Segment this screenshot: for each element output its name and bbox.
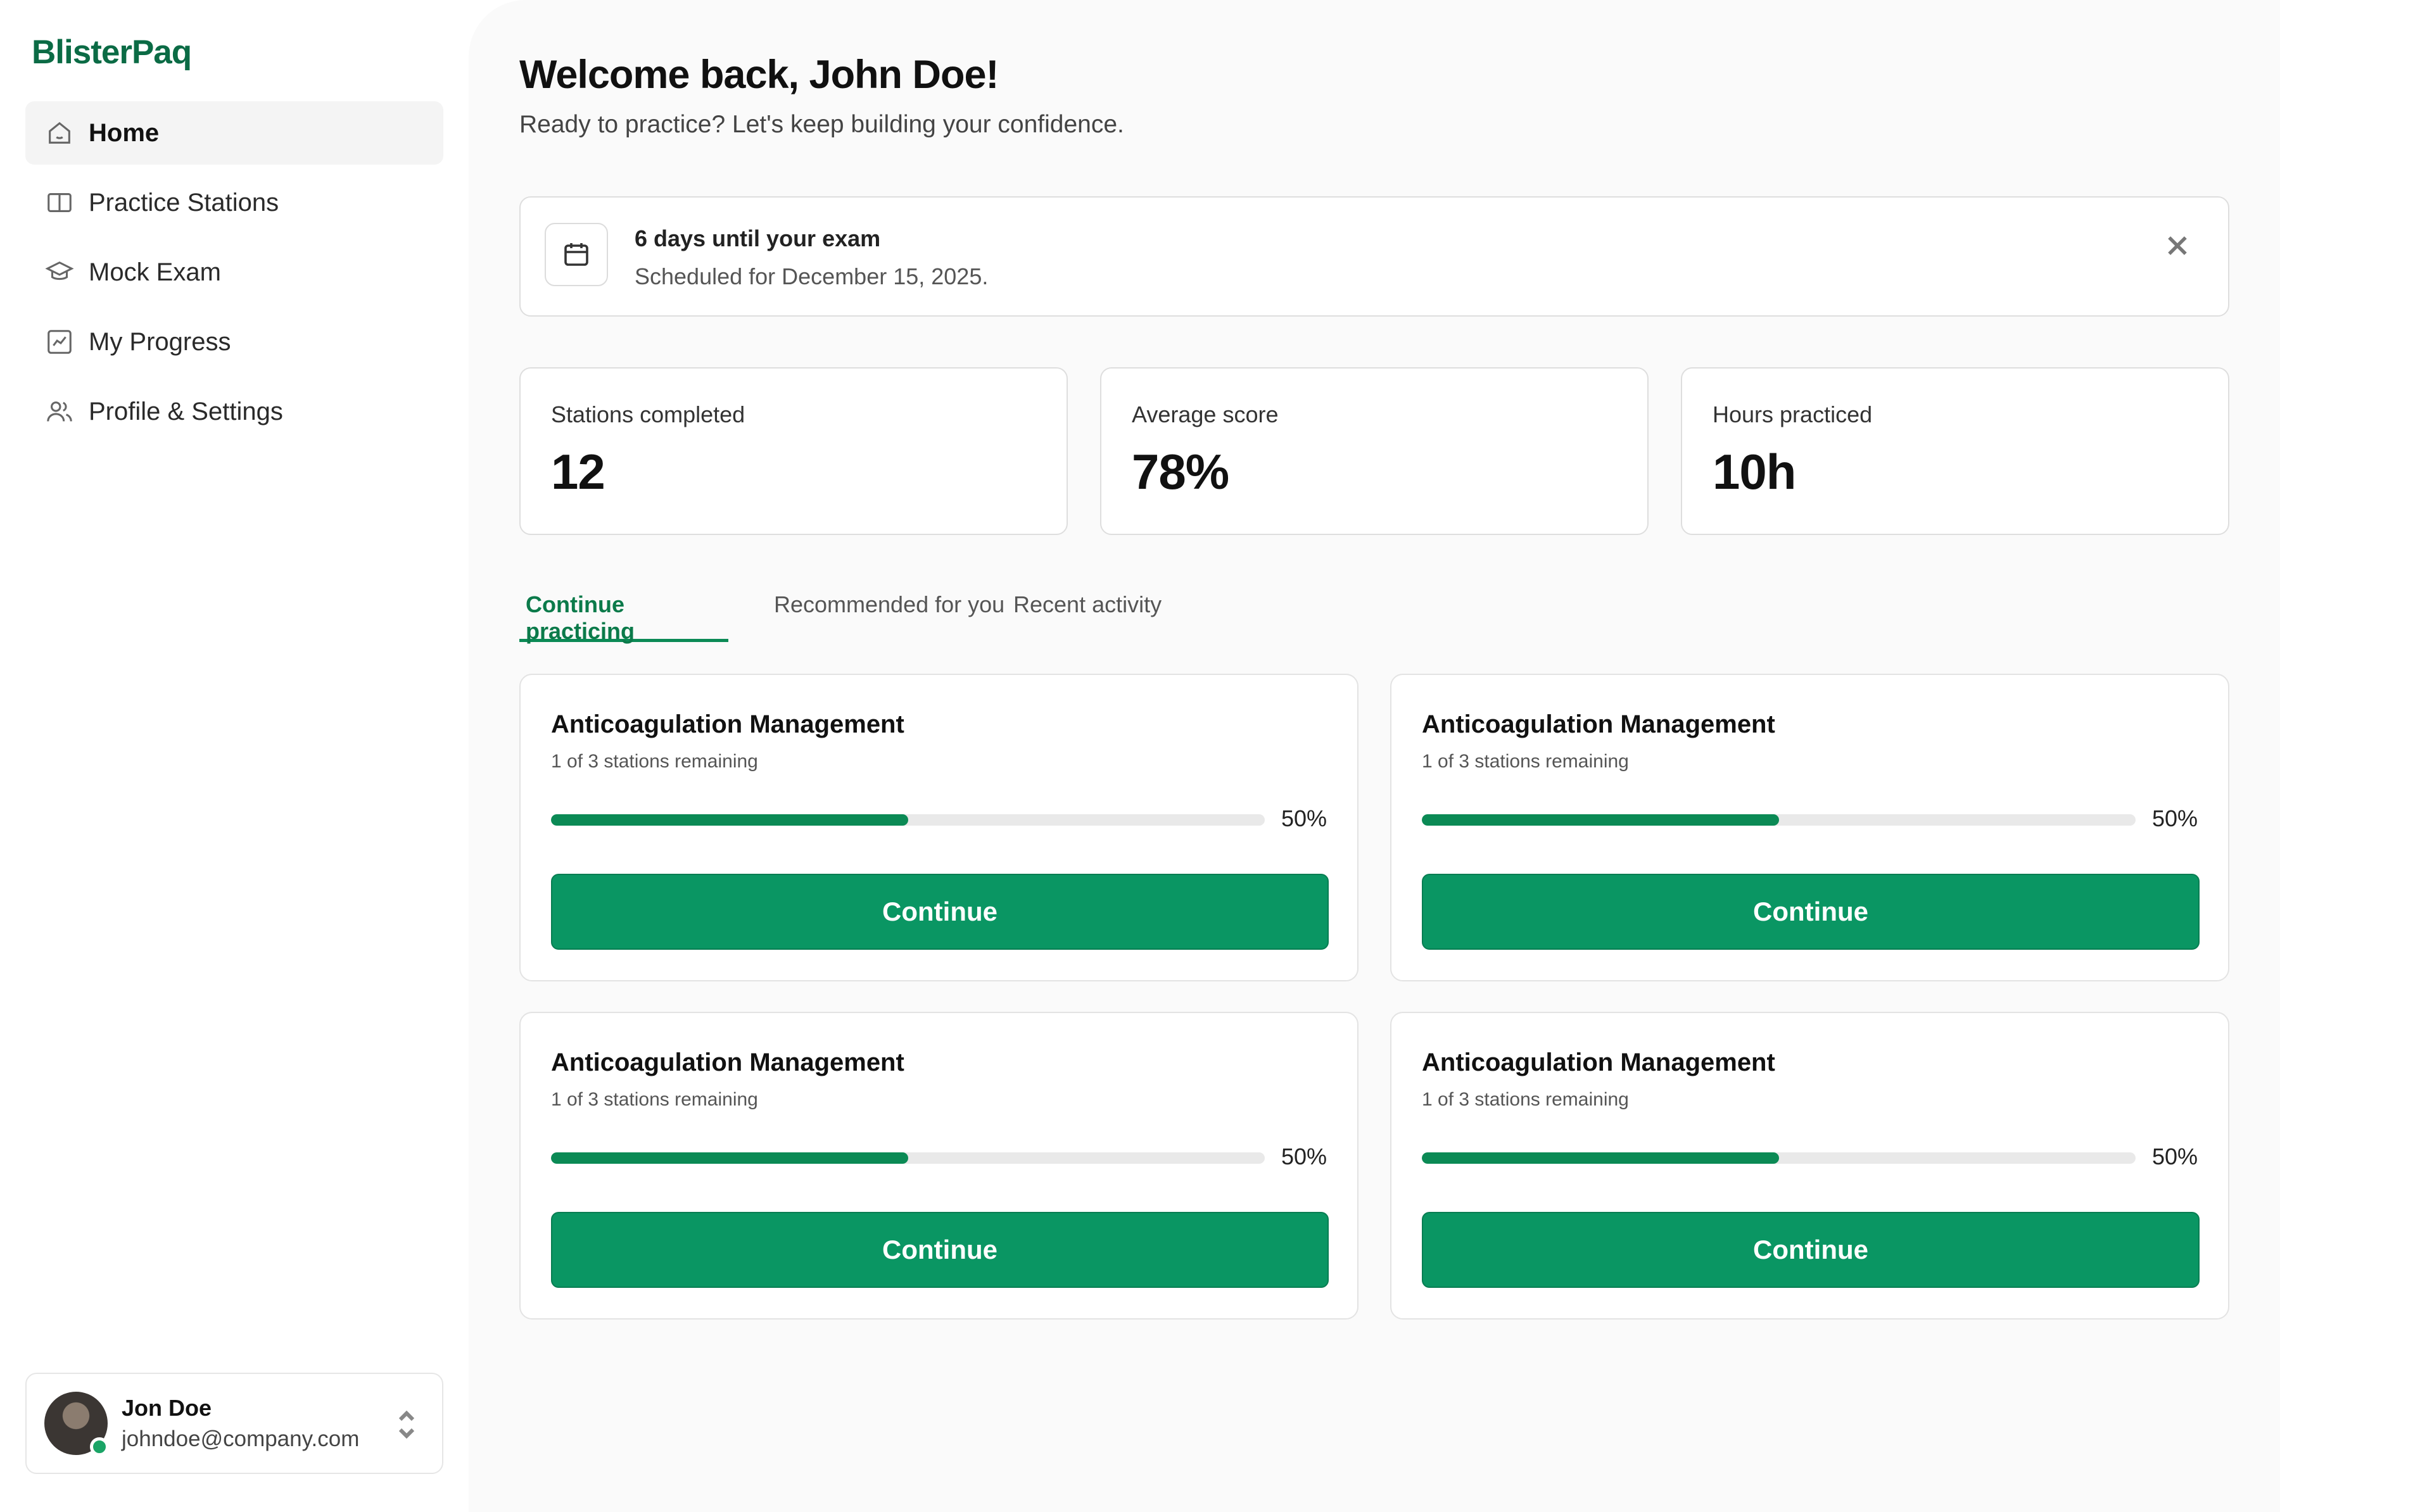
continue-button[interactable]: Continue [1422,874,2200,950]
practice-card: Anticoagulation Management 1 of 3 statio… [1390,1012,2229,1320]
graduation-cap-icon [44,257,75,287]
chevron-up-down-icon[interactable] [395,1407,418,1442]
continue-button[interactable]: Continue [551,874,1329,950]
tab-continue-practicing[interactable]: Continue practicing [519,583,728,644]
chart-icon [44,327,75,357]
tab-recommended-for-you[interactable]: Recommended for you [768,583,1011,642]
practice-card: Anticoagulation Management 1 of 3 statio… [519,1012,1358,1320]
book-open-icon [44,187,75,218]
stat-card-stations-completed: Stations completed 12 [519,367,1068,535]
progress-bar [1422,1152,2136,1164]
practice-card-subtitle: 1 of 3 stations remaining [551,751,758,772]
sidebar-item-practice-stations[interactable]: Practice Stations [25,171,443,234]
sidebar-item-my-progress[interactable]: My Progress [25,310,443,374]
progress-percent: 50% [2151,805,2198,831]
stat-label: Stations completed [551,401,745,427]
practice-cards-grid: Anticoagulation Management 1 of 3 statio… [519,674,2229,1322]
practice-card-subtitle: 1 of 3 stations remaining [1422,1089,1629,1110]
page-subtitle: Ready to practice? Let's keep building y… [519,111,1124,138]
sidebar: BlisterPaq Home Practice Stations Mock E… [0,0,469,1512]
progress-percent: 50% [1281,1143,1327,1169]
stat-card-hours-practiced: Hours practiced 10h [1681,367,2229,535]
progress-bar-fill [551,1152,908,1164]
user-email: johndoe@company.com [122,1427,360,1451]
practice-card-title: Anticoagulation Management [1422,710,1775,738]
sidebar-item-profile-settings[interactable]: Profile & Settings [25,380,443,443]
progress-bar [1422,814,2136,826]
practice-card-title: Anticoagulation Management [1422,1049,1775,1076]
stats-row: Stations completed 12 Average score 78% … [519,367,2229,535]
tab-recent-activity[interactable]: Recent activity [1007,583,1168,642]
stat-value: 10h [1713,444,1796,500]
user-info: Jon Doe johndoe@company.com [122,1395,359,1452]
users-icon [44,396,75,427]
practice-card-title: Anticoagulation Management [551,1049,904,1076]
sidebar-item-label: My Progress [89,327,231,356]
sidebar-item-mock-exam[interactable]: Mock Exam [25,241,443,304]
progress-bar [551,1152,1265,1164]
exam-countdown-banner: 6 days until your exam Scheduled for Dec… [519,196,2229,317]
sidebar-item-label: Practice Stations [89,188,279,217]
calendar-icon [545,223,608,286]
exam-date-text: Scheduled for December 15, 2025. [635,263,989,289]
exam-countdown-title: 6 days until your exam [635,225,881,251]
user-menu[interactable]: Jon Doe johndoe@company.com [25,1373,443,1474]
practice-card-subtitle: 1 of 3 stations remaining [551,1089,758,1110]
page-title: Welcome back, John Doe! [519,53,999,97]
sidebar-nav: Home Practice Stations Mock Exam My Prog… [25,101,443,450]
stat-value: 78% [1132,444,1229,500]
main-panel: Welcome back, John Doe! Ready to practic… [469,0,2280,1512]
practice-card-title: Anticoagulation Management [551,710,904,738]
practice-card: Anticoagulation Management 1 of 3 statio… [1390,674,2229,981]
progress-bar [551,814,1265,826]
stat-value: 12 [551,444,605,500]
home-icon [44,118,75,148]
brand-logo[interactable]: BlisterPaq [32,33,192,72]
stat-label: Average score [1132,401,1279,427]
online-status-indicator [90,1437,109,1456]
practice-card: Anticoagulation Management 1 of 3 statio… [519,674,1358,981]
continue-button[interactable]: Continue [1422,1212,2200,1288]
user-name: Jon Doe [122,1395,212,1421]
close-icon[interactable] [2163,232,2191,260]
progress-bar-fill [551,814,908,826]
sidebar-item-label: Profile & Settings [89,397,283,425]
tab-bar: Continue practicing Recommended for you … [519,583,2229,644]
sidebar-item-label: Mock Exam [89,258,221,286]
avatar [44,1392,109,1456]
stat-card-average-score: Average score 78% [1100,367,1649,535]
progress-percent: 50% [2151,1143,2198,1169]
sidebar-item-label: Home [89,118,160,147]
sidebar-item-home[interactable]: Home [25,101,443,165]
progress-bar-fill [1422,1152,1779,1164]
progress-percent: 50% [1281,805,1327,831]
practice-card-subtitle: 1 of 3 stations remaining [1422,751,1629,772]
progress-bar-fill [1422,814,1779,826]
continue-button[interactable]: Continue [551,1212,1329,1288]
stat-label: Hours practiced [1713,401,1873,427]
